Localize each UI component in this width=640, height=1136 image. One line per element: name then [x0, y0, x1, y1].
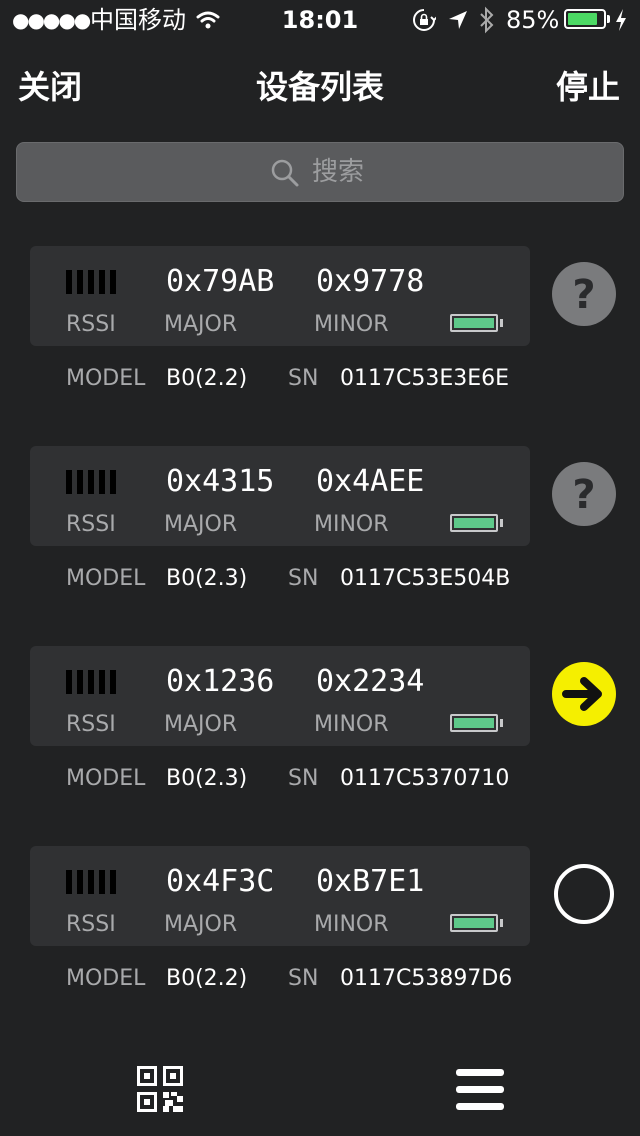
device-sn-value: 0117C5370710: [340, 766, 510, 791]
search-icon: [271, 159, 299, 187]
battery-nub: [607, 15, 610, 23]
device-sn-value: 0117C53E504B: [340, 566, 511, 591]
rssi-label: RSSI: [66, 512, 116, 537]
battery-level: [568, 13, 597, 25]
sn-label: SN: [288, 966, 319, 991]
stop-button[interactable]: 停止: [556, 62, 620, 108]
device-sn-value: 0117C53E3E6E: [340, 366, 510, 391]
device-battery-icon: [450, 914, 498, 932]
svg-text:?: ?: [572, 472, 595, 518]
minor-label: MINOR: [314, 712, 389, 737]
device-model-value: B0(2.3): [166, 766, 248, 791]
close-button[interactable]: 关闭: [18, 62, 82, 108]
rssi-label: RSSI: [66, 312, 116, 337]
major-label: MAJOR: [164, 312, 238, 337]
device-minor-value: 0x2234: [316, 664, 425, 699]
device-model-value: B0(2.2): [166, 366, 248, 391]
device-battery-icon: [450, 714, 498, 732]
device-minor-value: 0x9778: [316, 264, 425, 299]
rssi-signal-bars: [66, 270, 122, 294]
minor-label: MINOR: [314, 912, 389, 937]
model-label: MODEL: [66, 966, 146, 991]
rssi-signal-bars: [66, 470, 122, 494]
device-battery-nub: [500, 519, 503, 527]
sn-label: SN: [288, 366, 319, 391]
status-bar: ●●●●● 中国移动 18:01 85%: [0, 0, 640, 40]
minor-label: MINOR: [314, 312, 389, 337]
device-major-value: 0x4F3C: [166, 864, 275, 899]
rssi-signal-bars: [66, 670, 122, 694]
device-minor-value: 0xB7E1: [316, 864, 425, 899]
rssi-label: RSSI: [66, 712, 116, 737]
sn-label: SN: [288, 766, 319, 791]
question-icon[interactable]: ?: [552, 262, 616, 326]
device-major-value: 0x79AB: [166, 264, 275, 299]
empty-circle-icon[interactable]: [552, 862, 616, 926]
device-battery-nub: [500, 719, 503, 727]
battery-percent: 85%: [506, 6, 560, 34]
rotation-lock-icon: [413, 9, 436, 31]
major-label: MAJOR: [164, 712, 238, 737]
device-model-value: B0(2.2): [166, 966, 248, 991]
rssi-signal-bars: [66, 870, 122, 894]
page-title: 设备列表: [255, 68, 384, 106]
major-label: MAJOR: [164, 912, 238, 937]
device-major-value: 0x4315: [166, 464, 275, 499]
device-major-value: 0x1236: [166, 664, 275, 699]
model-label: MODEL: [66, 366, 146, 391]
question-icon[interactable]: ?: [552, 462, 616, 526]
major-label: MAJOR: [164, 512, 238, 537]
device-sn-value: 0117C53897D6: [340, 966, 513, 991]
device-battery-icon: [450, 314, 498, 332]
svg-text:?: ?: [572, 272, 595, 318]
device-battery-nub: [500, 919, 503, 927]
model-label: MODEL: [66, 566, 146, 591]
charging-bolt-icon: [616, 9, 626, 31]
rssi-label: RSSI: [66, 912, 116, 937]
location-arrow-icon: [449, 11, 467, 29]
search-input[interactable]: [312, 150, 512, 194]
device-battery-icon: [450, 514, 498, 532]
minor-label: MINOR: [314, 512, 389, 537]
sn-label: SN: [288, 566, 319, 591]
arrow-right-icon[interactable]: [552, 662, 616, 726]
bluetooth-icon: [480, 6, 494, 34]
device-minor-value: 0x4AEE: [316, 464, 425, 499]
battery-icon: [564, 9, 606, 29]
device-model-value: B0(2.3): [166, 566, 248, 591]
menu-icon[interactable]: [456, 1069, 504, 1111]
qr-code-icon[interactable]: [137, 1066, 183, 1112]
device-battery-nub: [500, 319, 503, 327]
model-label: MODEL: [66, 766, 146, 791]
